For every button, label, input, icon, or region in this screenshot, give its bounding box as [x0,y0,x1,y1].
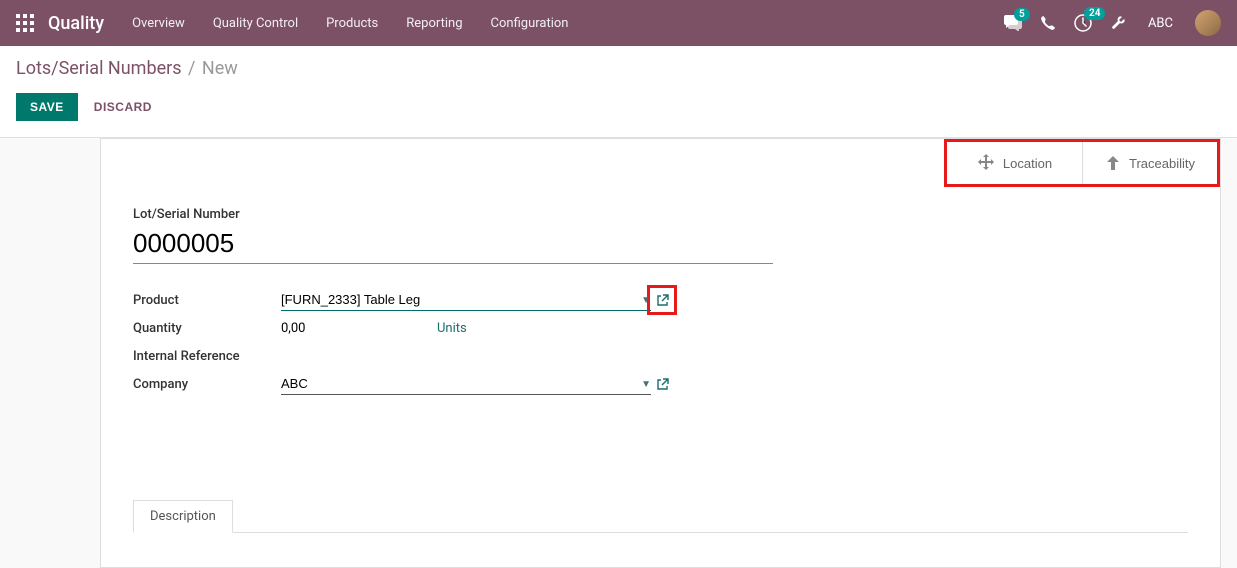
internal-reference-row: Internal Reference [133,342,1188,370]
breadcrumb-parent[interactable]: Lots/Serial Numbers [16,58,182,79]
company-input[interactable] [281,373,651,395]
debug-icon-button[interactable] [1110,15,1126,31]
product-label: Product [133,293,281,308]
user-avatar[interactable] [1195,10,1221,36]
tabs: Description [133,500,1188,533]
top-navbar: Quality Overview Quality Control Product… [0,0,1237,46]
location-button-label: Location [1003,156,1052,171]
sheet-wrapper: Location Traceability Lot/Serial Number … [0,138,1237,568]
company-value-wrap: ▼ [281,373,679,395]
move-icon [977,154,995,172]
location-button[interactable]: Location [947,142,1082,184]
save-button[interactable]: SAVE [16,93,78,121]
traceability-button[interactable]: Traceability [1082,142,1217,184]
action-buttons: SAVE DISCARD [16,93,1221,121]
form-sheet: Location Traceability Lot/Serial Number … [100,138,1221,568]
activities-badge: 24 [1084,7,1105,20]
product-input[interactable] [281,289,651,311]
product-row: Product ▼ [133,286,1188,314]
app-brand[interactable]: Quality [48,13,104,34]
discuss-icon-button[interactable]: 5 [1004,15,1022,31]
breadcrumb-current: New [202,58,238,79]
nav-quality-control[interactable]: Quality Control [213,16,298,31]
quantity-label: Quantity [133,321,281,336]
company-label: Company [133,377,281,392]
nav-products[interactable]: Products [326,16,378,31]
discuss-badge: 5 [1014,8,1030,21]
navbar-left: Quality Overview Quality Control Product… [16,13,1004,34]
nav-configuration[interactable]: Configuration [491,16,569,31]
tab-content-spacer [101,533,1220,567]
user-name[interactable]: ABC [1148,16,1173,31]
external-link-icon [656,294,669,307]
button-box-highlight: Location Traceability [944,139,1220,187]
button-box: Location Traceability [101,139,1220,187]
field-grid: Product ▼ Quantity 0,00 Units Intern [133,286,1188,398]
breadcrumb-separator: / [188,58,200,79]
apps-icon[interactable] [16,14,34,32]
wrench-icon [1110,15,1126,31]
traceability-button-label: Traceability [1129,156,1195,171]
navbar-right: 5 24 ABC [1004,10,1221,36]
internal-reference-label: Internal Reference [133,349,281,364]
form-body: Lot/Serial Number Product ▼ Quantity [101,187,1220,438]
phone-icon [1040,15,1056,31]
nav-overview[interactable]: Overview [132,16,185,31]
tab-description[interactable]: Description [133,500,233,533]
control-bar: Lots/Serial Numbers / New SAVE DISCARD [0,46,1237,138]
quantity-unit[interactable]: Units [437,321,467,336]
lot-number-input[interactable] [133,224,773,264]
product-value-wrap: ▼ [281,289,679,311]
company-row: Company ▼ [133,370,1188,398]
activities-icon-button[interactable]: 24 [1074,14,1092,32]
lot-number-label: Lot/Serial Number [133,207,1188,222]
arrow-up-icon [1105,155,1121,171]
nav-reporting[interactable]: Reporting [406,16,462,31]
quantity-value: 0,00 [281,321,437,336]
company-external-link[interactable] [651,373,673,395]
phone-icon-button[interactable] [1040,15,1056,31]
external-link-icon [656,378,669,391]
discard-button[interactable]: DISCARD [94,100,152,114]
product-external-link[interactable] [651,289,673,311]
quantity-row: Quantity 0,00 Units [133,314,1188,342]
breadcrumb: Lots/Serial Numbers / New [16,58,1221,79]
